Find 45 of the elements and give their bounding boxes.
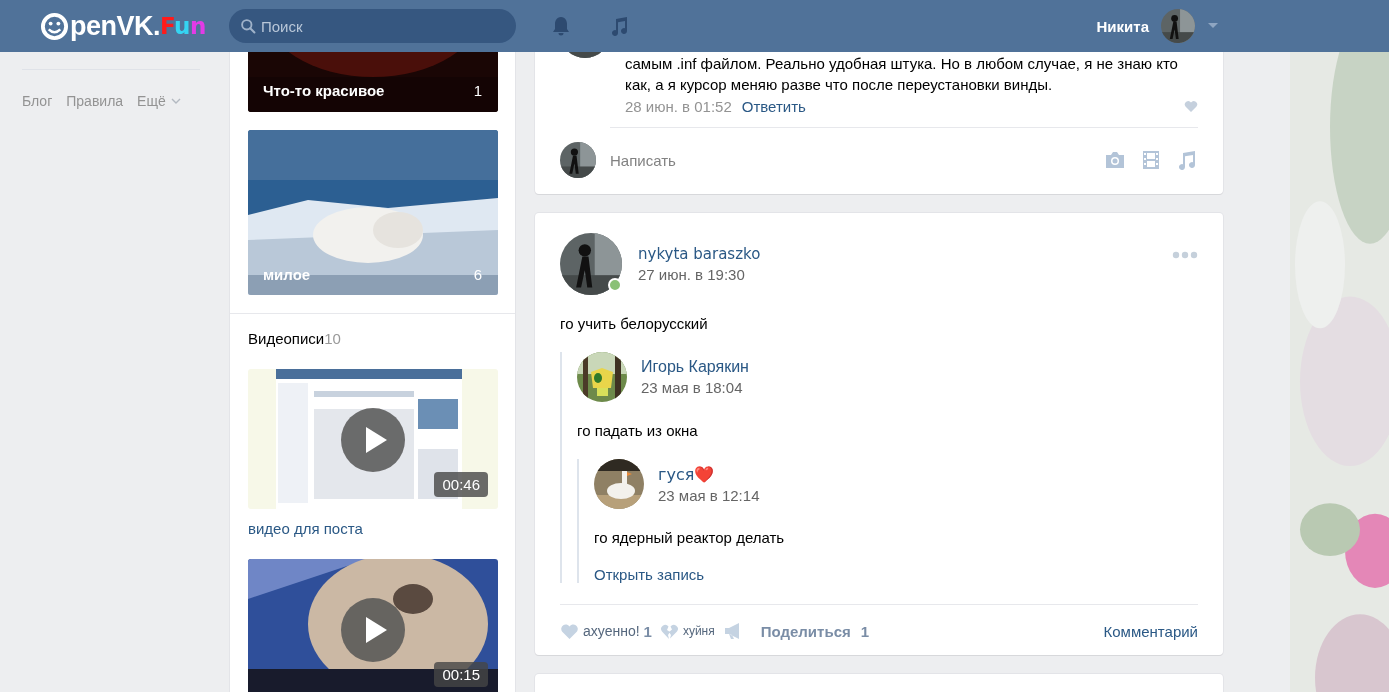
- photo-count: 6: [473, 266, 482, 283]
- caret-icon[interactable]: [1207, 22, 1219, 30]
- post-text: го учить белорусский: [560, 315, 709, 332]
- reply-link[interactable]: Ответить: [741, 98, 806, 115]
- user-name[interactable]: Никита: [1096, 17, 1149, 35]
- section-title: Видеописи: [248, 330, 325, 347]
- post-date: 23 мая в 18:04: [641, 379, 744, 396]
- search-field[interactable]: Поиск: [229, 9, 516, 43]
- play-icon[interactable]: [341, 598, 405, 662]
- logo[interactable]: penVK.Fun: [40, 10, 229, 42]
- reaction-button[interactable]: ахуенно! 1: [560, 622, 652, 640]
- open-post-link[interactable]: Открыть запись: [594, 566, 1198, 583]
- share-button[interactable]: Поделиться 1: [722, 621, 870, 641]
- video-thumbnail[interactable]: 00:15: [248, 559, 498, 692]
- search-icon: [240, 18, 257, 35]
- smiley-icon: [40, 11, 69, 41]
- play-icon[interactable]: [341, 408, 405, 472]
- album-title: милое: [263, 266, 311, 283]
- video-thumbnail[interactable]: 00:46: [248, 369, 498, 509]
- heart-icon: [560, 622, 579, 640]
- video-duration: 00:15: [434, 662, 488, 687]
- video-count: 10: [324, 330, 341, 347]
- comment-link[interactable]: Комментарий: [1103, 622, 1198, 640]
- more-icon[interactable]: [1172, 251, 1198, 259]
- post-date: 23 мая в 12:14: [658, 486, 760, 504]
- like-icon[interactable]: [1184, 100, 1198, 113]
- post-text: го ядерный реактор делать: [594, 529, 786, 546]
- album-title: Что-то красивое: [263, 82, 385, 99]
- post-text: го падать из окна: [577, 422, 699, 439]
- reaction-button[interactable]: хуйня: [659, 622, 715, 640]
- video-duration: 00:46: [434, 472, 488, 497]
- author-name[interactable]: Игорь Карякин: [641, 358, 749, 376]
- music-icon[interactable]: [1176, 150, 1198, 170]
- chevron-icon: [170, 98, 181, 104]
- video-title[interactable]: видео для поста: [248, 520, 497, 537]
- camera-icon[interactable]: [1104, 150, 1126, 170]
- film-icon[interactable]: [1140, 150, 1162, 170]
- author-name[interactable]: nykyta baraszko: [638, 245, 761, 263]
- photo-count: 1: [473, 82, 482, 99]
- broken-heart-icon: [659, 622, 679, 640]
- comment-date: 28 июн. в 01:52: [625, 98, 732, 115]
- album-card[interactable]: Что-то красивое 1: [248, 52, 498, 112]
- comment-text: самым .inf файлом. Реально удобная штука. Но в любом случае, я не знаю кто как, а я курсор меняю разве что после переустановки винды.: [625, 54, 1179, 95]
- post-date: 27 июн. в 19:30: [638, 266, 746, 283]
- author-name[interactable]: гуся❤: [658, 464, 760, 484]
